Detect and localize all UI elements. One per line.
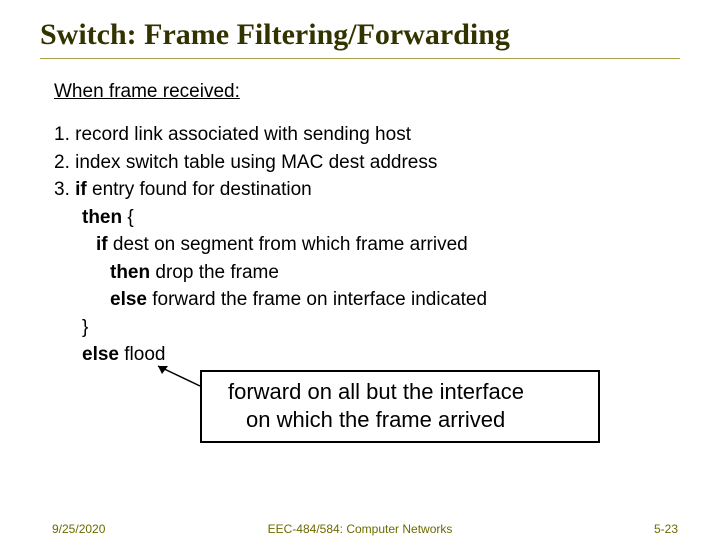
line-4-brace: {: [122, 207, 134, 228]
kw-if: if: [75, 179, 87, 200]
line-3-prefix: 3.: [54, 179, 75, 200]
line-3: 3. if entry found for destination: [54, 176, 680, 204]
kw-else-inner: else: [110, 289, 147, 310]
page-title: Switch: Frame Filtering/Forwarding: [40, 18, 680, 59]
callout-box: forward on all but the interface on whic…: [200, 370, 600, 443]
line-6: then drop the frame: [54, 259, 680, 287]
line-4: then {: [54, 204, 680, 232]
line-7: else forward the frame on interface indi…: [54, 286, 680, 314]
callout-line-2: on which the frame arrived: [228, 406, 580, 434]
kw-then: then: [82, 207, 122, 228]
line-1: 1. record link associated with sending h…: [54, 121, 680, 149]
line-7-rest: forward the frame on interface indicated: [147, 289, 487, 310]
line-9-rest: flood: [119, 344, 165, 365]
line-5-rest: dest on segment from which frame arrived: [108, 234, 468, 255]
kw-if-inner: if: [96, 234, 108, 255]
line-2: 2. index switch table using MAC dest add…: [54, 149, 680, 177]
body-text: 1. record link associated with sending h…: [54, 121, 680, 369]
callout-line-1: forward on all but the interface: [228, 378, 580, 406]
line-8: }: [54, 314, 680, 342]
subheading: When frame received:: [54, 81, 680, 103]
footer-course: EEC-484/584: Computer Networks: [0, 522, 720, 536]
line-9: else flood: [54, 341, 680, 369]
kw-else: else: [82, 344, 119, 365]
line-5: if dest on segment from which frame arri…: [54, 231, 680, 259]
line-6-rest: drop the frame: [150, 262, 279, 283]
kw-then-inner: then: [110, 262, 150, 283]
footer-slide-number: 5-23: [654, 522, 678, 536]
line-3-rest: entry found for destination: [87, 179, 312, 200]
slide: Switch: Frame Filtering/Forwarding When …: [0, 0, 720, 540]
